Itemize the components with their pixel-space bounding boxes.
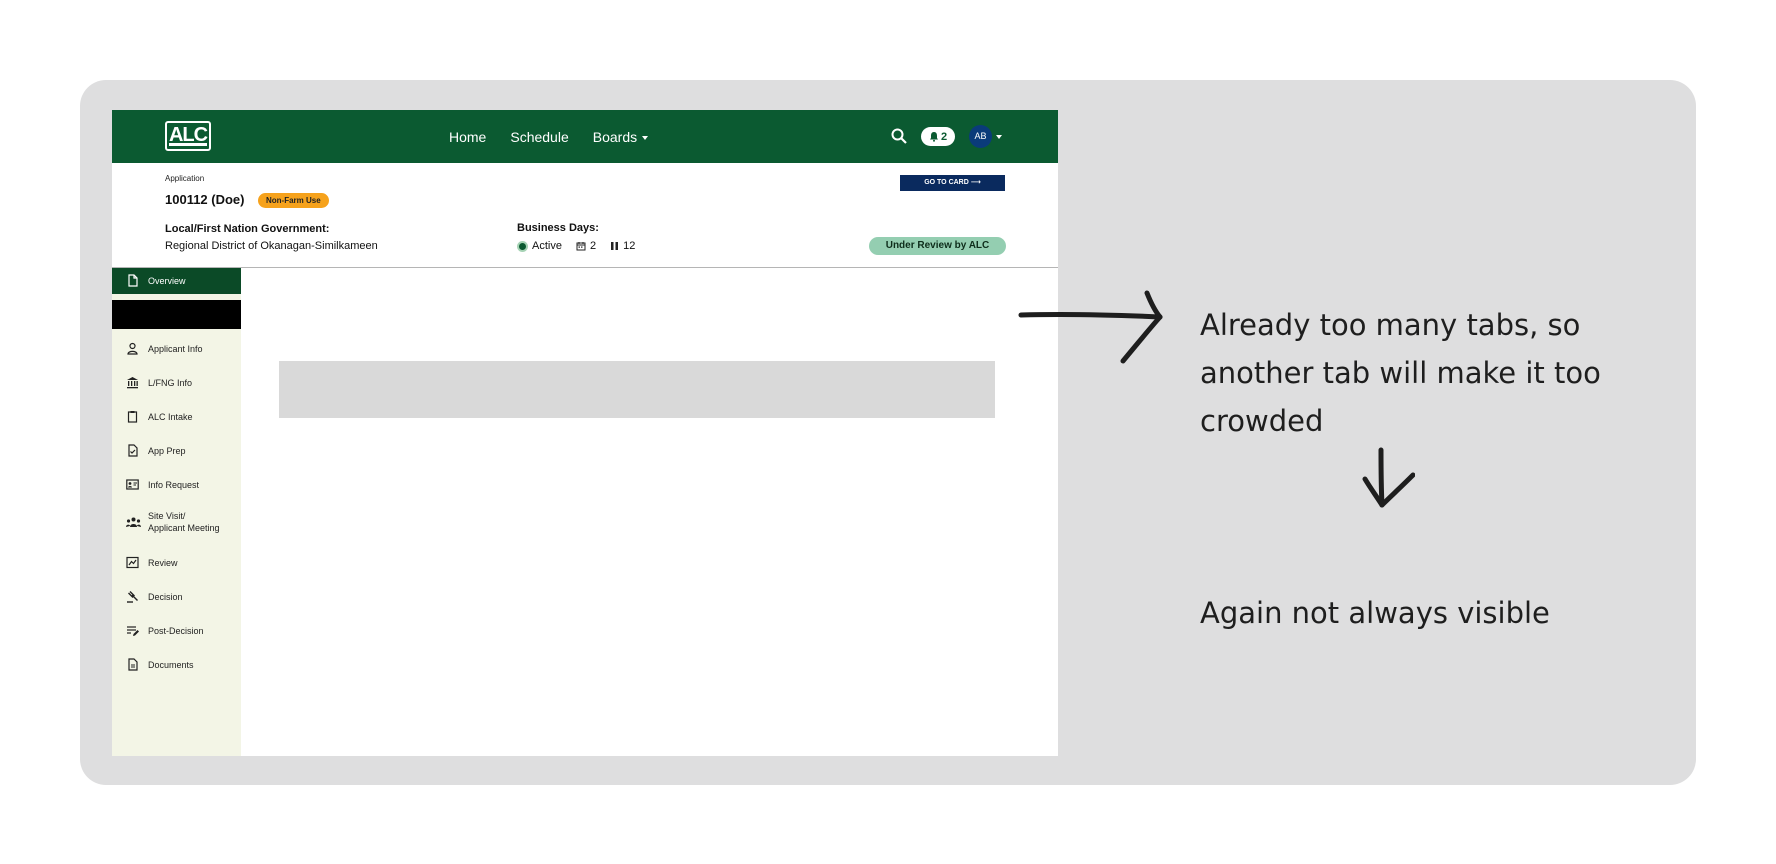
sidebar-item-lfng-info[interactable]: L/FNG Info [112, 376, 241, 390]
sidebar-item-app-prep[interactable]: App Prep [112, 444, 241, 458]
sidebar-item-label-line2: Applicant Meeting [148, 523, 220, 533]
group-icon [126, 517, 141, 527]
sidebar-item-label: Documents [148, 660, 194, 670]
lfng-label: Local/First Nation Government: [165, 223, 330, 235]
annotation-line: Already too many tabs, so [1200, 308, 1581, 342]
sidebar-item-label-line1: Site Visit/ [148, 511, 186, 521]
sidebar-item-site-visit[interactable]: Site Visit/Applicant Meeting [112, 510, 241, 536]
nav-boards-label: Boards [592, 128, 638, 145]
business-days-status: Active [517, 240, 562, 252]
clipboard-icon [127, 411, 138, 423]
search-icon[interactable] [890, 127, 908, 145]
sidebar-item-label: App Prep [148, 446, 186, 456]
sidebar-item-decision[interactable]: Decision [112, 590, 241, 604]
sidebar-item-overview[interactable]: Overview [112, 268, 241, 294]
application-id: 100112 (Doe) [165, 192, 245, 207]
review-icon [126, 556, 139, 569]
government-icon [127, 377, 138, 389]
sidebar: Overview Applicant Info L/FNG Info ALC I… [112, 268, 241, 756]
business-days-paused-value: 12 [623, 240, 636, 252]
content-placeholder [279, 361, 995, 418]
top-navbar: ALC Home Schedule Boards 2 AB [112, 110, 1058, 163]
sidebar-item-alc-intake[interactable]: ALC Intake [112, 410, 241, 424]
nav-schedule[interactable]: Schedule [510, 129, 568, 145]
go-to-card-button[interactable]: GO TO CARD ⟶ [900, 175, 1005, 191]
sidebar-item-label: Post-Decision [148, 626, 204, 636]
nav-boards[interactable]: Boards [592, 128, 649, 145]
bell-icon [929, 132, 938, 142]
business-days-row: Active 2 12 [517, 240, 635, 252]
status-badge: Under Review by ALC [869, 237, 1006, 255]
edit-list-icon [127, 626, 139, 636]
arrow-down-icon [1362, 447, 1415, 508]
nav-home[interactable]: Home [449, 129, 486, 145]
annotation-line: crowded [1200, 404, 1324, 438]
chevron-down-icon[interactable] [996, 135, 1002, 139]
annotation-too-many-tabs: Already too many tabs, so another tab wi… [1200, 301, 1601, 445]
file-check-icon [128, 444, 138, 457]
annotation-line: another tab will make it too [1200, 356, 1601, 390]
documents-icon [128, 658, 138, 671]
notifications-count: 2 [940, 130, 948, 143]
business-days-status-text: Active [532, 240, 562, 252]
sidebar-item-label: Applicant Info [148, 344, 203, 354]
application-label: Application [165, 174, 205, 183]
lfng-value: Regional District of Okanagan-Similkamee… [165, 240, 378, 252]
business-days-paused: 12 [610, 240, 635, 252]
avatar[interactable]: AB [969, 125, 992, 148]
gavel-icon [127, 591, 138, 603]
sidebar-item-documents[interactable]: Documents [112, 658, 241, 672]
type-badge: Non-Farm Use [258, 193, 329, 208]
annotation-not-always-visible: Again not always visible [1200, 596, 1550, 630]
sidebar-item-label: Info Request [148, 480, 200, 490]
sidebar-item-info-request[interactable]: Info Request [112, 478, 241, 492]
sidebar-item-label: ALC Intake [148, 412, 193, 422]
application-header: Application 100112 (Doe) Non-Farm Use GO… [112, 163, 1058, 268]
sidebar-item-label: Site Visit/Applicant Meeting [148, 510, 220, 534]
document-icon [128, 274, 138, 287]
sidebar-item-label: Overview [148, 276, 186, 286]
nav-links: Home Schedule Boards [449, 110, 649, 163]
sidebar-item-post-decision[interactable]: Post-Decision [112, 624, 241, 638]
sidebar-item-label: Review [148, 558, 178, 568]
sidebar-item-review[interactable]: Review [112, 556, 241, 570]
alc-logo[interactable]: ALC [165, 121, 211, 151]
arrow-right-icon [1018, 290, 1163, 364]
business-days-label: Business Days: [517, 222, 599, 234]
calendar-icon [576, 242, 586, 251]
redacted-tab [112, 300, 241, 329]
app-mockup: ALC Home Schedule Boards 2 AB Applicatio… [112, 110, 1058, 756]
person-icon [127, 342, 138, 355]
sidebar-item-label: L/FNG Info [148, 378, 193, 388]
sidebar-item-applicant-info[interactable]: Applicant Info [112, 342, 241, 356]
business-days-calendar: 2 [576, 240, 596, 252]
business-days-calendar-value: 2 [589, 240, 597, 252]
notifications-button[interactable]: 2 [921, 127, 955, 146]
id-card-icon [126, 479, 139, 490]
status-dot-icon [517, 240, 528, 252]
sidebar-item-label: Decision [148, 592, 183, 602]
chevron-down-icon [642, 135, 649, 140]
pause-icon [611, 242, 619, 250]
